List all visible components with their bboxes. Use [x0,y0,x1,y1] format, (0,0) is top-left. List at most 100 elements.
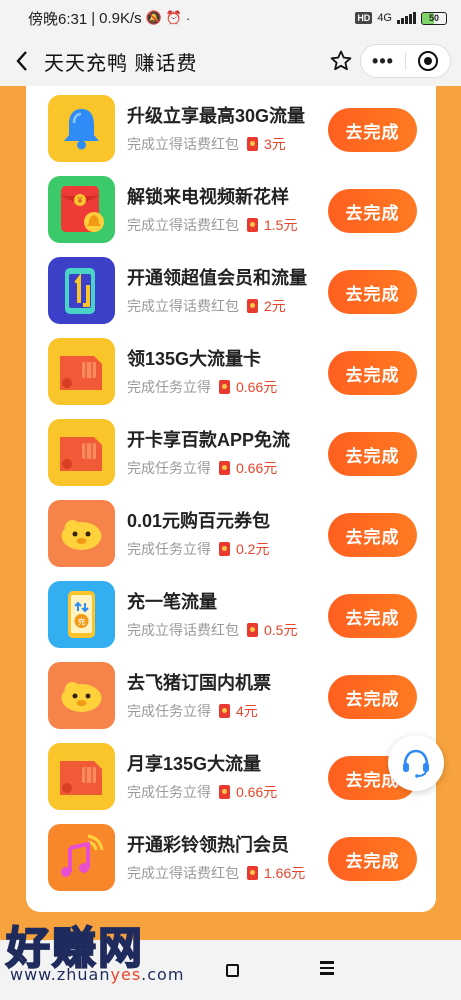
alarm-icon: ⏰ [165,10,183,25]
task-title: 月享135G大流量 [127,754,262,774]
dot-icon: · [186,10,191,26]
pig-icon [48,500,115,567]
phone-app-icon [48,257,115,324]
red-packet-icon [219,461,230,475]
go-complete-button[interactable]: 去完成 [328,270,417,314]
menu-button-icon[interactable] [320,961,334,978]
task-row: 领135G大流量卡 完成任务立得 0.66元 去完成 [26,331,436,412]
task-title: 升级立享最高30G流量 [127,106,306,126]
task-reward: 完成任务立得 0.2元 [127,539,269,559]
go-complete-button[interactable]: 去完成 [328,837,417,881]
red-packet-icon [219,542,230,556]
task-desc: 完成任务立得 [127,784,211,800]
task-title: 开卡享百款APP免流 [127,430,291,450]
favorite-button[interactable] [322,36,360,86]
reward-amount: 0.2元 [236,541,270,557]
close-button[interactable] [406,50,450,72]
music-note-icon [48,824,115,891]
red-packet-icon [247,866,258,880]
recharge-icon: 充 [48,581,115,648]
reward-amount: 3元 [264,136,286,152]
task-row: 充 充一笔流量 完成立得话费红包 0.5元 去完成 [26,574,436,655]
task-card: 升级立享最高30G流量 完成立得话费红包 3元 去完成 ¥ 解锁来电视频新花样 … [26,86,436,912]
more-button[interactable]: ••• [361,51,405,72]
task-desc: 完成任务立得 [127,541,211,557]
customer-service-button[interactable] [388,735,444,791]
reward-amount: 4元 [236,703,258,719]
task-title: 充一笔流量 [127,592,217,612]
go-complete-button[interactable]: 去完成 [328,351,417,395]
task-title: 去飞猪订国内机票 [127,673,271,693]
chevron-left-icon [16,51,27,71]
status-divider: | [91,9,96,27]
reward-amount: 0.66元 [236,379,278,395]
home-button-icon[interactable] [226,964,239,977]
reward-amount: 1.5元 [264,217,298,233]
task-desc: 完成任务立得 [127,460,211,476]
task-reward: 完成立得话费红包 1.66元 [127,863,305,883]
task-reward: 完成任务立得 0.66元 [127,782,277,802]
task-title: 0.01元购百元券包 [127,511,271,531]
red-packet-icon [219,785,230,799]
task-desc: 完成立得话费红包 [127,136,239,152]
go-complete-button[interactable]: 去完成 [328,189,417,233]
task-reward: 完成立得话费红包 3元 [127,134,286,154]
task-desc: 完成任务立得 [127,379,211,395]
page-title: 天天充鸭 赚话费 [44,52,198,75]
red-packet-icon [247,299,258,313]
watermark-url: www.zhuanyes.com [10,965,184,984]
go-complete-button[interactable]: 去完成 [328,513,417,557]
reward-amount: 0.5元 [264,622,298,638]
task-row: 升级立享最高30G流量 完成立得话费红包 3元 去完成 [26,88,436,169]
mini-program-capsule: ••• [360,44,451,78]
task-desc: 完成立得话费红包 [127,217,239,233]
headset-icon [403,749,429,778]
battery-icon: 50 [421,11,447,25]
watermark-url-prefix: www.zhuan [10,965,111,984]
task-desc: 完成任务立得 [127,703,211,719]
nav-bar: 天天充鸭 赚话费 ••• [0,36,461,86]
task-desc: 完成立得话费红包 [127,622,239,638]
go-complete-button[interactable]: 去完成 [328,675,417,719]
red-packet-icon [247,218,258,232]
red-packet-icon [247,137,258,151]
back-button[interactable] [0,36,44,86]
task-title: 开通领超值会员和流量 [127,268,307,288]
task-title: 解锁来电视频新花样 [127,187,289,207]
task-title: 领135G大流量卡 [127,349,262,369]
pig-icon [48,662,115,729]
reward-amount: 2元 [264,298,286,314]
sim-card-icon [48,338,115,405]
svg-text:¥: ¥ [77,196,83,205]
task-desc: 完成立得话费红包 [127,298,239,314]
star-icon [330,50,352,71]
reward-amount: 1.66元 [264,865,306,881]
reward-amount: 0.66元 [236,460,278,476]
reward-amount: 0.66元 [236,784,278,800]
go-complete-button[interactable]: 去完成 [328,594,417,638]
sim-card-icon [48,743,115,810]
task-row: 开卡享百款APP免流 完成任务立得 0.66元 去完成 [26,412,436,493]
go-complete-button[interactable]: 去完成 [328,108,417,152]
target-close-icon [418,51,438,71]
red-packet-icon [219,704,230,718]
task-reward: 完成任务立得 4元 [127,701,258,721]
hd-icon: HD [355,12,373,24]
status-bar: 傍晚6:31 | 0.9K/s 🔕 ⏰ · HD 4G 50 [0,0,461,36]
task-reward: 完成立得话费红包 2元 [127,296,286,316]
go-complete-button[interactable]: 去完成 [328,432,417,476]
task-row: 0.01元购百元券包 完成任务立得 0.2元 去完成 [26,493,436,574]
status-speed: 0.9K/s [99,9,142,27]
task-row: ¥ 解锁来电视频新花样 完成立得话费红包 1.5元 去完成 [26,169,436,250]
task-row: 开通彩铃领热门会员 完成立得话费红包 1.66元 去完成 [26,817,436,898]
network-type: 4G [377,12,392,24]
task-desc: 完成立得话费红包 [127,865,239,881]
red-envelope-icon: ¥ [48,176,115,243]
red-packet-icon [219,380,230,394]
task-reward: 完成任务立得 0.66元 [127,377,277,397]
sim-card-icon [48,419,115,486]
signal-icon [397,12,416,24]
task-title: 开通彩铃领热门会员 [127,835,289,855]
status-time: 傍晚6:31 [28,10,88,28]
mute-icon: 🔕 [145,10,162,25]
